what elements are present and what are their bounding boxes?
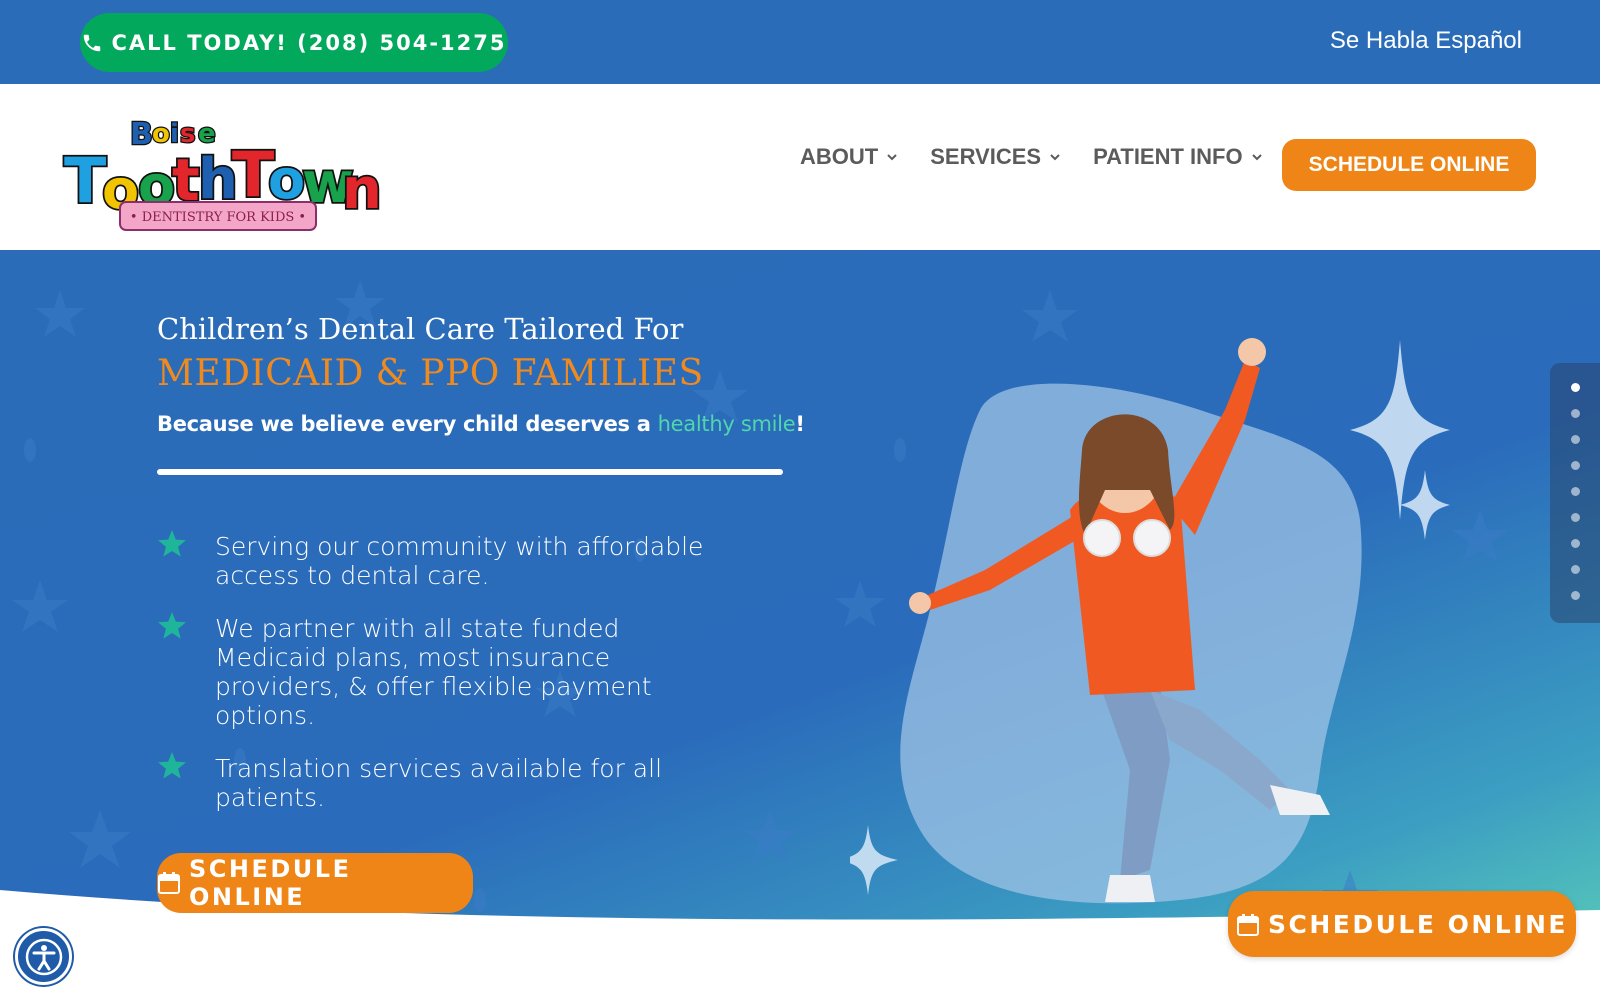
slider-pagination <box>1550 363 1600 623</box>
slider-dot[interactable] <box>1571 539 1580 548</box>
slider-dot[interactable] <box>1571 487 1580 496</box>
slider-dot[interactable] <box>1571 513 1580 522</box>
svg-text:T: T <box>64 144 106 217</box>
slider-dot[interactable] <box>1571 383 1580 392</box>
hero-tagline-highlight: healthy smile <box>657 412 796 436</box>
hero-section: Children’s Dental Care Tailored For MEDI… <box>0 250 1600 1000</box>
header-schedule-button[interactable]: SCHEDULE ONLINE <box>1282 139 1536 191</box>
list-item: Serving our community with affordable ac… <box>157 530 717 590</box>
spanish-link[interactable]: Se Habla Español <box>1330 27 1522 55</box>
hero-title: Children’s Dental Care Tailored For <box>157 312 684 346</box>
list-item: Translation services available for all p… <box>157 752 717 812</box>
call-today-label: CALL TODAY! (208) 504-1275 <box>111 30 507 55</box>
star-icon <box>158 530 186 557</box>
svg-text:n: n <box>342 157 382 222</box>
main-nav: ABOUT SERVICES PATIENT INFO <box>800 144 1295 170</box>
phone-icon <box>81 32 103 54</box>
calendar-icon <box>1236 912 1260 936</box>
bullet-text: Serving our community with affordable ac… <box>215 532 704 590</box>
site-header: B o i s e T o o t h T o w n • DENTISTRY … <box>0 84 1600 250</box>
accessibility-button[interactable] <box>15 928 72 985</box>
nav-services-label: SERVICES <box>930 144 1042 169</box>
slider-dot[interactable] <box>1571 591 1580 600</box>
calendar-icon <box>157 871 181 895</box>
nav-patient-info[interactable]: PATIENT INFO <box>1093 144 1263 170</box>
chevron-down-icon <box>887 154 897 161</box>
hero-bullets: Serving our community with affordable ac… <box>157 530 717 836</box>
sparkle-icon <box>1350 340 1450 520</box>
hero-tagline-suffix: ! <box>795 412 805 436</box>
slider-dot[interactable] <box>1571 435 1580 444</box>
hero-divider <box>157 469 783 475</box>
nav-services[interactable]: SERVICES <box>930 144 1061 170</box>
nav-about[interactable]: ABOUT <box>800 144 898 170</box>
hero-tagline: Because we believe every child deserves … <box>157 412 805 436</box>
svg-text:s: s <box>180 119 195 149</box>
chevron-down-icon <box>1251 154 1262 161</box>
svg-text:e: e <box>198 119 216 149</box>
floating-schedule-label: SCHEDULE ONLINE <box>1267 909 1569 939</box>
hero-photo <box>838 290 1500 990</box>
bullet-text: Translation services available for all p… <box>215 754 663 812</box>
svg-text:i: i <box>170 119 179 149</box>
nav-about-label: ABOUT <box>800 144 879 169</box>
slider-dot[interactable] <box>1571 565 1580 574</box>
chevron-down-icon <box>1050 154 1060 161</box>
bullet-text: We partner with all state funded Medicai… <box>215 614 652 730</box>
logo[interactable]: B o i s e T o o t h T o w n • DENTISTRY … <box>62 104 384 234</box>
accessibility-icon <box>25 938 62 975</box>
svg-text:B: B <box>130 117 153 152</box>
hero-subtitle: MEDICAID & PPO FAMILIES <box>157 353 704 394</box>
call-today-button[interactable]: CALL TODAY! (208) 504-1275 <box>80 13 508 72</box>
floating-schedule-button[interactable]: SCHEDULE ONLINE <box>1228 891 1576 957</box>
hero-tagline-prefix: Because we believe every child deserves … <box>157 412 658 436</box>
svg-text:• DENTISTRY FOR KIDS •: • DENTISTRY FOR KIDS • <box>130 210 306 225</box>
top-bar: CALL TODAY! (208) 504-1275 Se Habla Espa… <box>0 0 1600 84</box>
star-icon <box>158 752 186 779</box>
star-icon <box>158 612 186 639</box>
slider-dot[interactable] <box>1571 461 1580 470</box>
nav-patient-info-label: PATIENT INFO <box>1093 144 1243 169</box>
hero-schedule-label: SCHEDULE ONLINE <box>189 855 352 911</box>
svg-text:o: o <box>152 119 170 149</box>
slider-dot[interactable] <box>1571 409 1580 418</box>
list-item: We partner with all state funded Medicai… <box>157 612 717 730</box>
hero-schedule-button[interactable]: SCHEDULE ONLINE <box>157 853 473 913</box>
